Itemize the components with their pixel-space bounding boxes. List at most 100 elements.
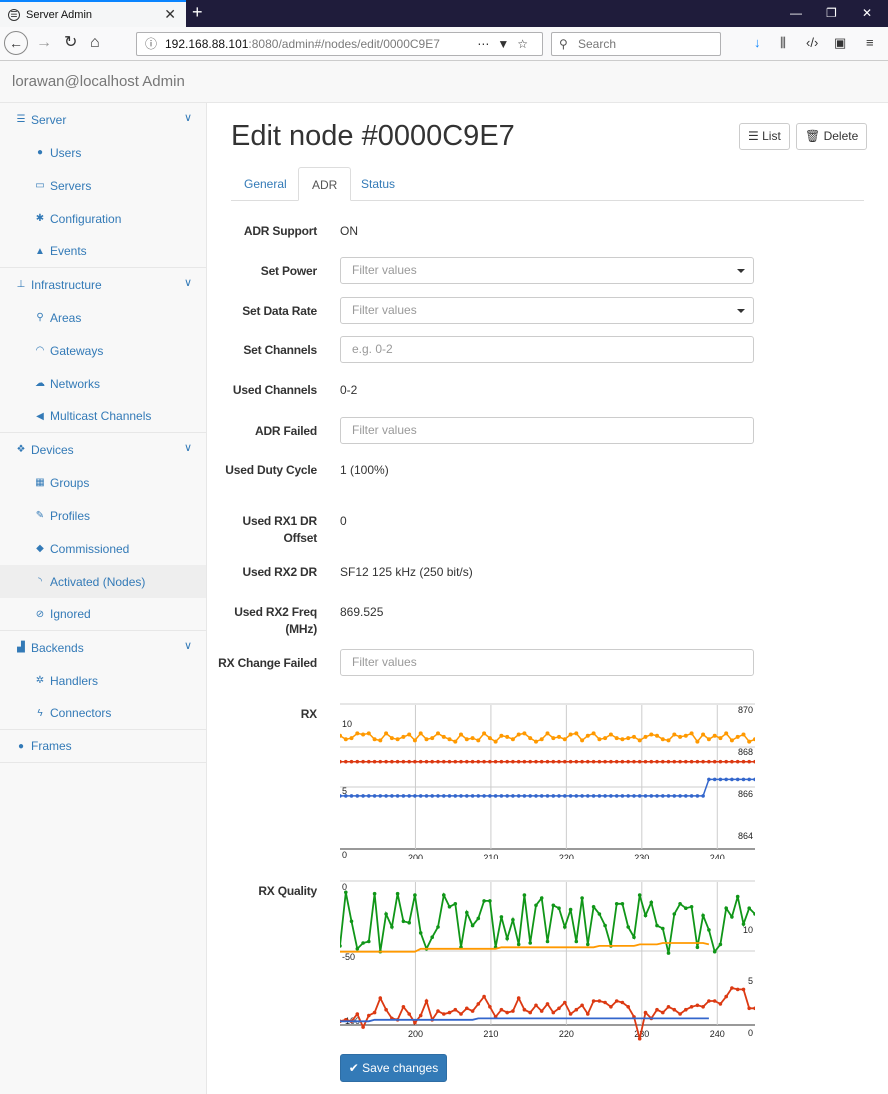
y-right-tick-label: 866 bbox=[738, 789, 753, 799]
new-tab-icon[interactable]: + bbox=[192, 2, 203, 23]
data-point bbox=[585, 733, 590, 738]
comments-icon: ● bbox=[17, 740, 25, 752]
sidebar-item-networks[interactable]: ☁ Networks bbox=[0, 367, 206, 400]
data-point bbox=[482, 994, 486, 999]
set-data-rate-select[interactable]: Filter values bbox=[340, 297, 754, 324]
data-point bbox=[730, 777, 734, 782]
data-point bbox=[666, 794, 671, 798]
data-point bbox=[453, 739, 458, 744]
sidebar-item-label: Groups bbox=[50, 475, 90, 490]
data-point bbox=[488, 759, 492, 764]
browser-tab[interactable]: ☰ Server Admin ✕ bbox=[0, 0, 186, 27]
data-point bbox=[614, 794, 619, 798]
sidebar-item-groups[interactable]: ▦ Groups bbox=[0, 466, 206, 499]
data-point bbox=[447, 1010, 452, 1015]
adr-failed-input[interactable]: Filter values bbox=[340, 417, 754, 444]
data-point bbox=[401, 794, 406, 798]
list-button[interactable]: ☰ List bbox=[739, 123, 790, 150]
data-point bbox=[632, 935, 636, 939]
monitor-icon: ▭ bbox=[35, 180, 45, 191]
forward-icon[interactable]: → bbox=[36, 33, 52, 53]
data-point bbox=[505, 759, 509, 764]
sidebar-section-backends[interactable]: ▟ Backends ∨ bbox=[0, 631, 206, 664]
download-icon[interactable]: ↓ bbox=[754, 35, 761, 50]
page-actions-icon[interactable]: ⋯▼☆ bbox=[477, 33, 536, 55]
sidebar-item-commissioned[interactable]: ◆ Commissioned bbox=[0, 532, 206, 565]
sidebar-section-server[interactable]: ☰ Server ∨ bbox=[0, 103, 206, 136]
data-point bbox=[730, 759, 734, 764]
back-icon[interactable]: ← bbox=[4, 31, 28, 55]
chevron-down-icon[interactable]: ∨ bbox=[184, 276, 192, 289]
data-point bbox=[430, 736, 435, 741]
tab-adr[interactable]: ADR bbox=[298, 167, 352, 201]
data-point bbox=[730, 986, 734, 990]
used-channels-label: Used Channels bbox=[232, 383, 317, 397]
sidebar-item-handlers[interactable]: ✲ Handlers bbox=[0, 664, 206, 697]
sidebar-section-devices[interactable]: ❖ Devices ∨ bbox=[0, 433, 206, 466]
data-point bbox=[344, 890, 348, 895]
check-icon: ✔ bbox=[348, 1061, 359, 1075]
chevron-down-icon[interactable]: ∨ bbox=[184, 111, 192, 124]
data-point bbox=[528, 941, 532, 945]
home-icon[interactable]: ⌂ bbox=[90, 33, 100, 53]
data-point bbox=[516, 996, 521, 1000]
sidebar-item-servers[interactable]: ▭ Servers bbox=[0, 169, 206, 202]
rx-change-failed-input[interactable]: Filter values bbox=[340, 649, 754, 676]
close-tab-icon[interactable]: ✕ bbox=[164, 6, 176, 23]
restore-icon[interactable]: ❐ bbox=[826, 6, 837, 20]
sidebar-item-events[interactable]: ▲ Events bbox=[0, 235, 206, 268]
menu-icon[interactable]: ≡ bbox=[866, 35, 874, 50]
brand[interactable]: lorawan@localhost Admin bbox=[12, 73, 185, 90]
data-point bbox=[493, 794, 498, 798]
data-point bbox=[516, 759, 521, 764]
search-bar[interactable]: ⚲ Search bbox=[551, 32, 721, 56]
set-power-placeholder: Filter values bbox=[352, 263, 417, 277]
data-point bbox=[499, 1007, 504, 1012]
set-power-select[interactable]: Filter values bbox=[340, 257, 754, 284]
library-icon[interactable]: ⫼ bbox=[780, 35, 786, 51]
sidebar-toggle-icon[interactable]: ▣ bbox=[834, 35, 846, 51]
data-point bbox=[395, 794, 400, 798]
chevron-down-icon[interactable]: ∨ bbox=[184, 639, 192, 652]
data-point bbox=[413, 794, 417, 798]
window-close-icon[interactable]: ✕ bbox=[862, 6, 872, 20]
delete-button[interactable]: 🗑 Delete bbox=[796, 123, 868, 150]
warning-icon: ▲ bbox=[35, 245, 45, 257]
chevron-down-icon[interactable]: ∨ bbox=[184, 441, 192, 454]
minimize-icon[interactable]: — bbox=[790, 6, 802, 20]
sidebar-section-infrastructure[interactable]: ⊥ Infrastructure ∨ bbox=[0, 268, 206, 301]
devtools-icon[interactable]: ‹/› bbox=[806, 35, 818, 50]
x-tick-label: 220 bbox=[559, 1029, 574, 1039]
used-rx2-freq-label: Used RX2 Freq (MHz) bbox=[234, 605, 317, 636]
browser-tab-bar: ☰ Server Admin ✕ + — ❐ ✕ bbox=[0, 0, 888, 27]
data-point bbox=[534, 1003, 538, 1008]
data-point bbox=[678, 759, 682, 764]
url-bar[interactable]: ⓘ 192.168.88.101:8080/admin#/nodes/edit/… bbox=[136, 32, 543, 56]
data-point bbox=[661, 759, 665, 764]
sidebar-item-configuration[interactable]: ✱ Configuration bbox=[0, 202, 206, 235]
site-info-icon[interactable]: ⓘ bbox=[145, 33, 157, 55]
sidebar-item-activated-nodes[interactable]: ◝ Activated (Nodes) bbox=[0, 565, 206, 598]
save-changes-button[interactable]: ✔ Save changes bbox=[340, 1054, 447, 1082]
sidebar-item-gateways[interactable]: ◠ Gateways bbox=[0, 334, 206, 367]
sidebar-item-users[interactable]: ● Users bbox=[0, 136, 206, 169]
sidebar-item-multicast-channels[interactable]: ◀ Multicast Channels bbox=[0, 400, 206, 433]
data-point bbox=[418, 759, 423, 764]
sidebar-section-frames[interactable]: ● Frames bbox=[0, 730, 206, 763]
data-point bbox=[649, 900, 654, 905]
data-point bbox=[372, 794, 377, 798]
reload-icon[interactable]: ↻ bbox=[64, 33, 77, 53]
tab-general[interactable]: General bbox=[231, 167, 300, 201]
sidebar-item-profiles[interactable]: ✎ Profiles bbox=[0, 499, 206, 532]
rss-icon: ◝ bbox=[38, 576, 42, 587]
bullhorn-icon: ◀ bbox=[36, 410, 44, 422]
set-channels-input[interactable]: e.g. 0-2 bbox=[340, 336, 754, 363]
sidebar-item-ignored[interactable]: ⊘ Ignored bbox=[0, 598, 206, 631]
data-point bbox=[557, 734, 561, 739]
sidebar-item-areas[interactable]: ⚲ Areas bbox=[0, 301, 206, 334]
data-point bbox=[747, 906, 751, 910]
sidebar-item-connectors[interactable]: ϟ Connectors bbox=[0, 697, 206, 730]
tab-status[interactable]: Status bbox=[348, 167, 408, 201]
data-point bbox=[574, 1007, 579, 1012]
tab-bar: General ADR Status bbox=[231, 167, 864, 201]
